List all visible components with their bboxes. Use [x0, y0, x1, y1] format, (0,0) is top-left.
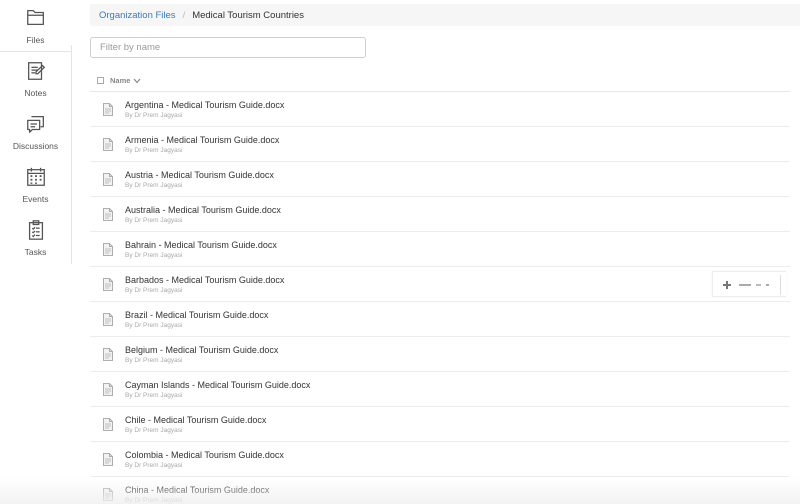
file-author: By Dr Prem Jagyasi — [125, 427, 183, 434]
breadcrumb: Organization Files / Medical Tourism Cou… — [90, 4, 800, 26]
add-icon-vertical — [726, 281, 728, 289]
file-name[interactable]: Bahrain - Medical Tourism Guide.docx — [125, 240, 277, 250]
sort-by-name-button[interactable]: Name — [110, 76, 130, 85]
filter-input[interactable] — [90, 37, 366, 58]
file-name[interactable]: Austria - Medical Tourism Guide.docx — [125, 170, 274, 180]
file-author: By Dr Prem Jagyasi — [125, 392, 183, 399]
file-list: Argentina - Medical Tourism Guide.docx By… — [90, 92, 790, 504]
file-name[interactable]: Cayman Islands - Medical Tourism Guide.d… — [125, 380, 310, 390]
file-author: By Dr Prem Jagyasi — [125, 497, 183, 504]
file-name[interactable]: Chile - Medical Tourism Guide.docx — [125, 415, 266, 425]
file-row[interactable]: Armenia - Medical Tourism Guide.docx By D… — [90, 127, 790, 162]
folder-icon — [26, 10, 44, 26]
calendar-icon — [26, 167, 45, 186]
sidebar-item-tasks[interactable]: Tasks — [0, 219, 71, 271]
document-icon — [103, 488, 113, 501]
file-row[interactable]: Australia - Medical Tourism Guide.docx By… — [90, 197, 790, 232]
sidebar-item-label: Notes — [24, 88, 47, 98]
file-row[interactable]: Colombia - Medical Tourism Guide.docx By … — [90, 442, 790, 477]
document-icon — [103, 313, 113, 326]
file-author: By Dr Prem Jagyasi — [125, 147, 183, 154]
file-row[interactable]: Bahrain - Medical Tourism Guide.docx By D… — [90, 232, 790, 267]
document-icon — [103, 453, 113, 466]
toolbar-control[interactable] — [756, 284, 761, 286]
document-icon — [103, 348, 113, 361]
list-header: Name — [90, 70, 790, 92]
floating-toolbar — [712, 271, 786, 297]
file-author: By Dr Prem Jagyasi — [125, 287, 183, 294]
file-row[interactable]: Belgium - Medical Tourism Guide.docx By D… — [90, 337, 790, 372]
file-name[interactable]: Brazil - Medical Tourism Guide.docx — [125, 310, 268, 320]
sidebar-item-notes[interactable]: Notes — [0, 60, 71, 112]
file-author: By Dr Prem Jagyasi — [125, 357, 183, 364]
document-icon — [103, 418, 113, 431]
file-name[interactable]: Belgium - Medical Tourism Guide.docx — [125, 345, 278, 355]
document-icon — [103, 173, 113, 186]
document-icon — [103, 383, 113, 396]
file-name[interactable]: Barbados - Medical Tourism Guide.docx — [125, 275, 284, 285]
sidebar-item-label: Tasks — [24, 247, 47, 257]
chevron-down-icon[interactable] — [133, 78, 141, 84]
document-icon — [103, 243, 113, 256]
file-row[interactable]: Barbados - Medical Tourism Guide.docx By … — [90, 267, 790, 302]
document-icon — [103, 103, 113, 116]
file-row[interactable]: Argentina - Medical Tourism Guide.docx By… — [90, 92, 790, 127]
file-row[interactable]: China - Medical Tourism Guide.docx By Dr … — [90, 477, 790, 504]
file-author: By Dr Prem Jagyasi — [125, 112, 183, 119]
sidebar-item-label: Files — [26, 35, 45, 45]
file-author: By Dr Prem Jagyasi — [125, 322, 183, 329]
file-name[interactable]: Australia - Medical Tourism Guide.docx — [125, 205, 281, 215]
file-name[interactable]: Armenia - Medical Tourism Guide.docx — [125, 135, 279, 145]
file-author: By Dr Prem Jagyasi — [125, 182, 183, 189]
document-icon — [103, 208, 113, 221]
sidebar-item-events[interactable]: Events — [0, 166, 71, 218]
sidebar: Files Notes Discussions Events Tasks — [0, 0, 72, 264]
document-icon — [103, 138, 113, 151]
sidebar-item-label: Discussions — [12, 141, 59, 151]
file-name[interactable]: China - Medical Tourism Guide.docx — [125, 485, 269, 495]
file-row[interactable]: Austria - Medical Tourism Guide.docx By D… — [90, 162, 790, 197]
sidebar-item-files[interactable]: Files — [0, 0, 72, 52]
discussions-icon — [26, 116, 44, 133]
toolbar-control[interactable] — [766, 284, 769, 286]
breadcrumb-separator: / — [182, 9, 186, 21]
toolbar-divider — [780, 275, 781, 295]
breadcrumb-organization-files[interactable]: Organization Files — [99, 10, 176, 21]
select-all-checkbox[interactable] — [97, 77, 104, 84]
clipboard-icon — [28, 220, 43, 240]
file-row[interactable]: Cayman Islands - Medical Tourism Guide.d… — [90, 372, 790, 407]
file-author: By Dr Prem Jagyasi — [125, 462, 183, 469]
toolbar-control[interactable] — [739, 284, 751, 286]
file-row[interactable]: Chile - Medical Tourism Guide.docx By Dr … — [90, 407, 790, 442]
file-author: By Dr Prem Jagyasi — [125, 252, 183, 259]
breadcrumb-current: Medical Tourism Countries — [192, 9, 304, 21]
file-row[interactable]: Brazil - Medical Tourism Guide.docx By Dr… — [90, 302, 790, 337]
sidebar-item-label: Events — [22, 194, 49, 204]
sidebar-item-discussions[interactable]: Discussions — [0, 113, 71, 165]
file-name[interactable]: Colombia - Medical Tourism Guide.docx — [125, 450, 284, 460]
notes-icon — [27, 62, 45, 80]
document-icon — [103, 278, 113, 291]
file-author: By Dr Prem Jagyasi — [125, 217, 183, 224]
file-name[interactable]: Argentina - Medical Tourism Guide.docx — [125, 100, 284, 110]
